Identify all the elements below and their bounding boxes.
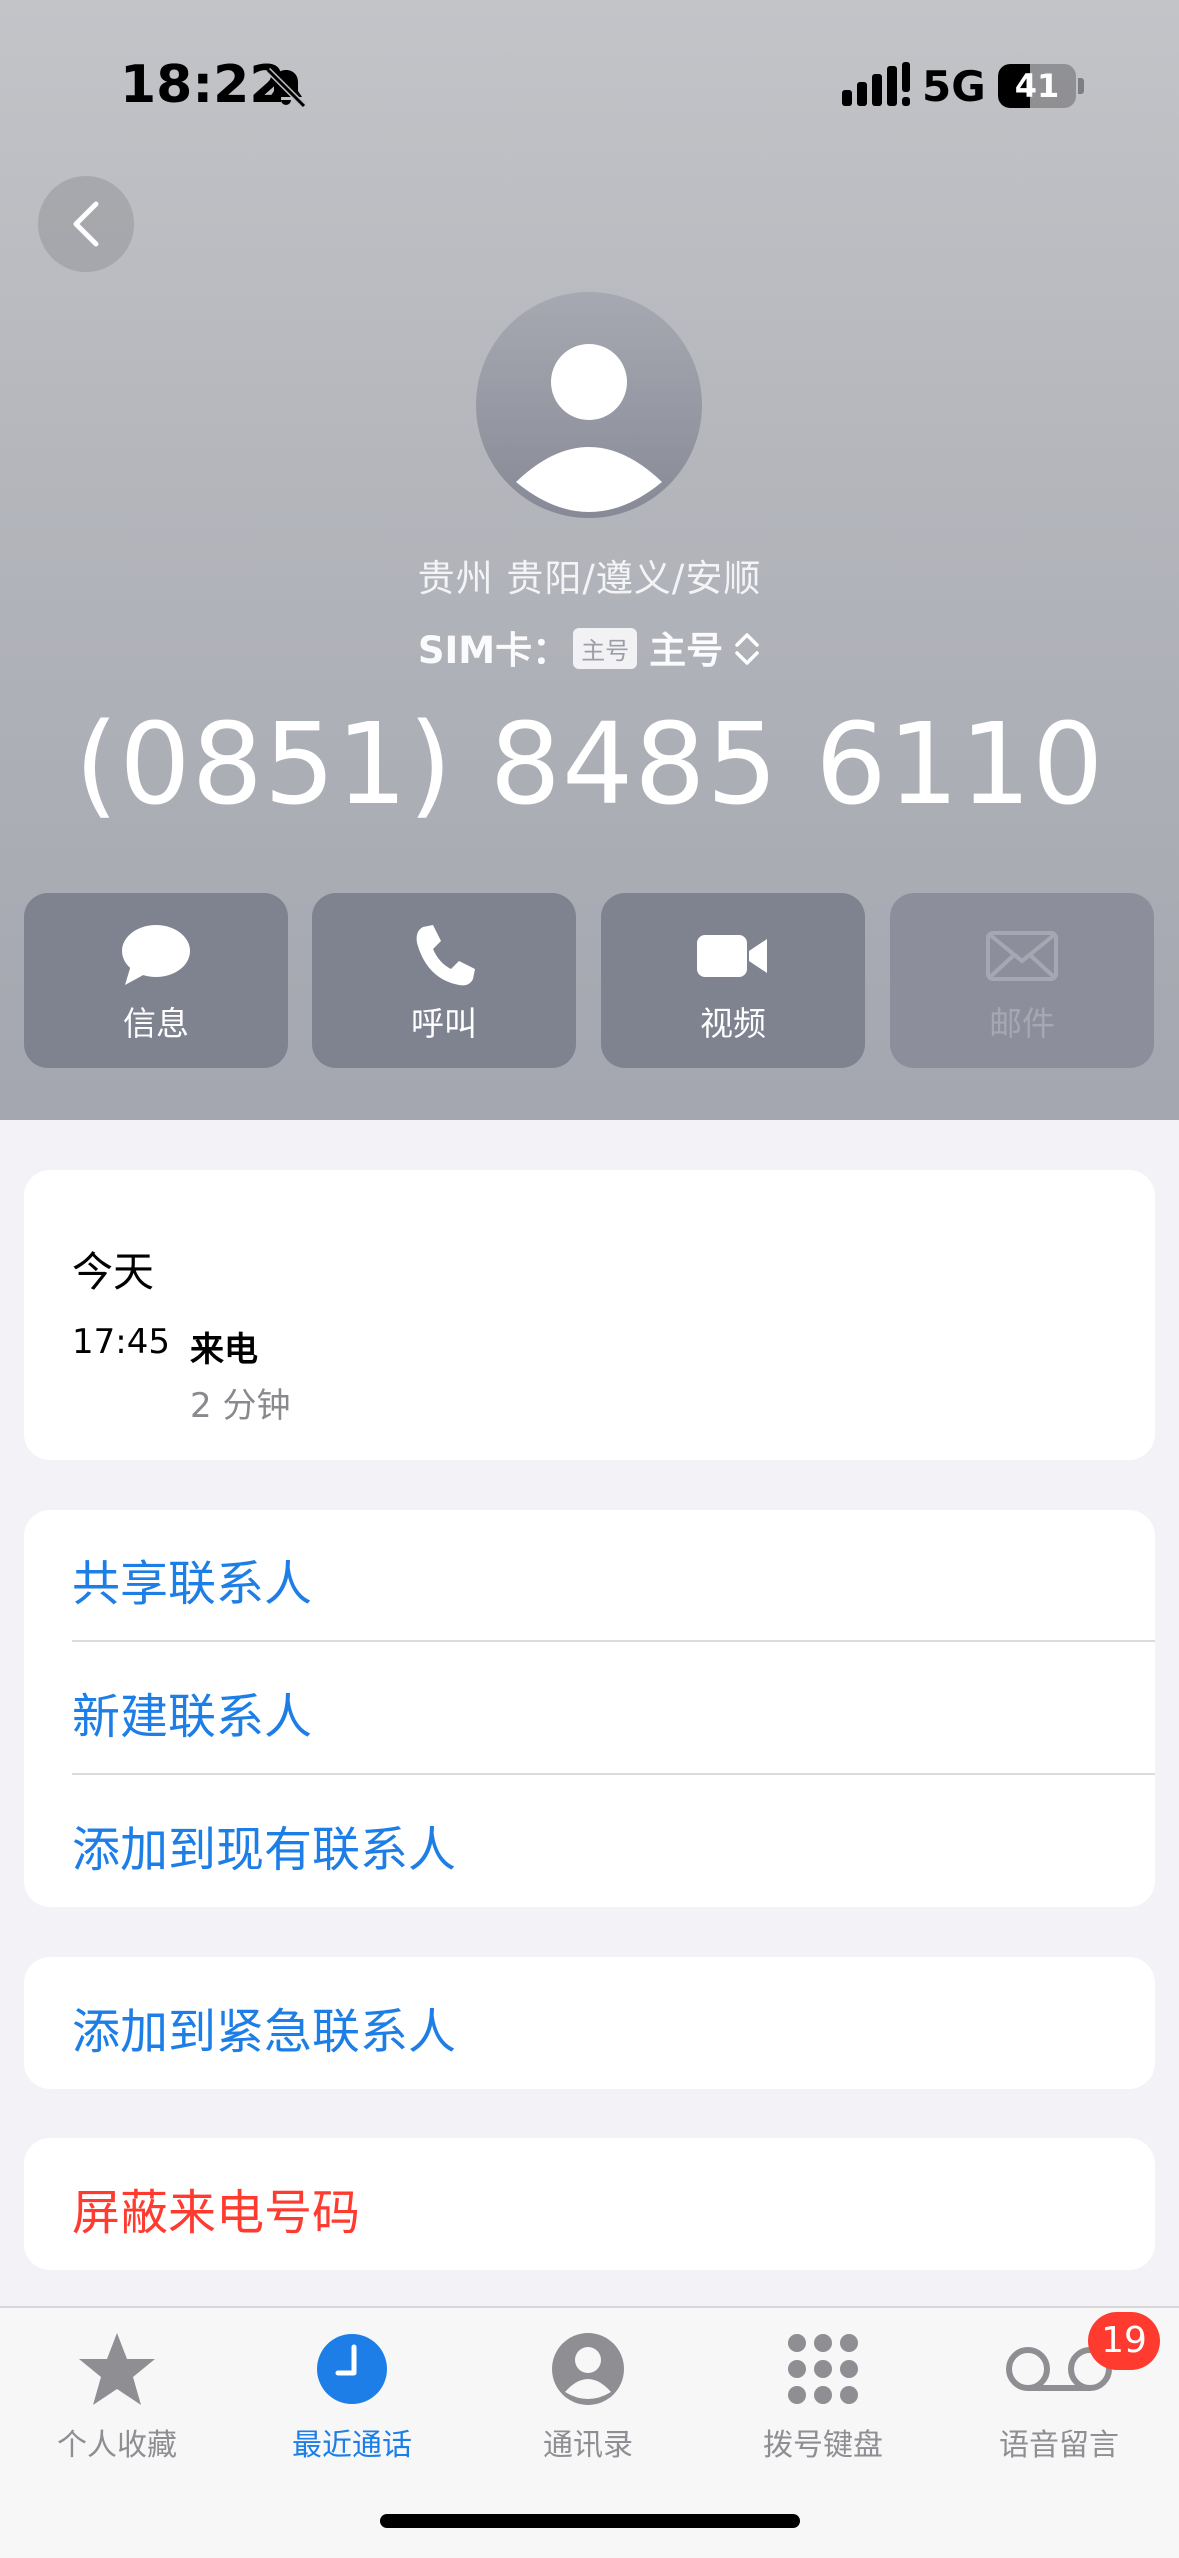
block-caller-button[interactable]: 屏蔽来电号码 bbox=[72, 2173, 360, 2243]
network-type: 5G bbox=[922, 62, 986, 111]
chevron-left-icon bbox=[73, 201, 99, 247]
divider bbox=[72, 1773, 1155, 1775]
mail-button[interactable]: 邮件 bbox=[890, 893, 1154, 1068]
tab-recents[interactable]: 最近通话 bbox=[252, 2308, 452, 2508]
message-button[interactable]: 信息 bbox=[24, 893, 288, 1068]
home-indicator[interactable] bbox=[380, 2514, 800, 2528]
video-icon bbox=[697, 935, 767, 977]
person-circle-icon bbox=[552, 2333, 624, 2405]
tab-voicemail-label: 语音留言 bbox=[999, 2428, 1119, 2463]
call-log-day: 今天 bbox=[72, 1248, 154, 1296]
tab-favorites-label: 个人收藏 bbox=[57, 2428, 177, 2463]
tab-contacts-label: 通讯录 bbox=[543, 2428, 633, 2463]
voicemail-badge: 19 bbox=[1088, 2312, 1160, 2370]
mail-label: 邮件 bbox=[989, 1004, 1055, 1043]
call-button[interactable]: 呼叫 bbox=[312, 893, 576, 1068]
battery-percent: 41 bbox=[1014, 67, 1060, 105]
add-to-existing-contact-button[interactable]: 添加到现有联系人 bbox=[72, 1810, 456, 1880]
star-icon bbox=[79, 2333, 155, 2405]
call-duration: 2 分钟 bbox=[190, 1386, 291, 1426]
sim-value: 主号 bbox=[649, 629, 724, 672]
status-time: 18:22 bbox=[120, 55, 286, 115]
add-emergency-contact-button[interactable]: 添加到紧急联系人 bbox=[72, 1992, 456, 2062]
video-button[interactable]: 视频 bbox=[601, 893, 865, 1068]
new-contact-button[interactable]: 新建联系人 bbox=[72, 1677, 312, 1747]
location-label: 贵州 贵阳/遵义/安顺 bbox=[417, 557, 762, 600]
chevron-up-down-icon bbox=[735, 633, 759, 665]
battery-nub bbox=[1078, 78, 1084, 94]
back-button[interactable] bbox=[38, 176, 134, 272]
call-time: 17:45 bbox=[72, 1322, 170, 1362]
tab-recents-label: 最近通话 bbox=[292, 2428, 412, 2463]
keypad-icon bbox=[788, 2334, 858, 2404]
mail-icon bbox=[986, 931, 1058, 981]
message-label: 信息 bbox=[123, 1004, 189, 1043]
sim-label: SIM卡： bbox=[417, 629, 570, 672]
tab-keypad[interactable]: 拨号键盘 bbox=[723, 2308, 923, 2508]
tab-favorites[interactable]: 个人收藏 bbox=[17, 2308, 217, 2508]
call-label: 呼叫 bbox=[411, 1004, 477, 1043]
share-contact-button[interactable]: 共享联系人 bbox=[72, 1544, 312, 1614]
sim-badge: 主号 bbox=[573, 628, 638, 669]
clock-icon bbox=[317, 2334, 387, 2404]
signal-icon bbox=[842, 62, 910, 106]
bell-muted-icon bbox=[265, 67, 307, 109]
tab-contacts[interactable]: 通讯录 bbox=[488, 2308, 688, 2508]
battery-icon: 41 bbox=[998, 64, 1076, 108]
divider bbox=[72, 1640, 1155, 1642]
avatar bbox=[476, 292, 702, 518]
tab-keypad-label: 拨号键盘 bbox=[763, 2428, 883, 2463]
message-icon bbox=[122, 925, 190, 985]
video-label: 视频 bbox=[700, 1004, 766, 1043]
phone-icon bbox=[416, 925, 475, 986]
sim-selector[interactable]: SIM卡： 主号 主号 bbox=[0, 620, 1179, 674]
phone-number: (0851) 8485 6110 bbox=[74, 700, 1105, 830]
call-type: 来电 bbox=[190, 1330, 258, 1370]
person-silhouette-icon bbox=[516, 344, 662, 512]
